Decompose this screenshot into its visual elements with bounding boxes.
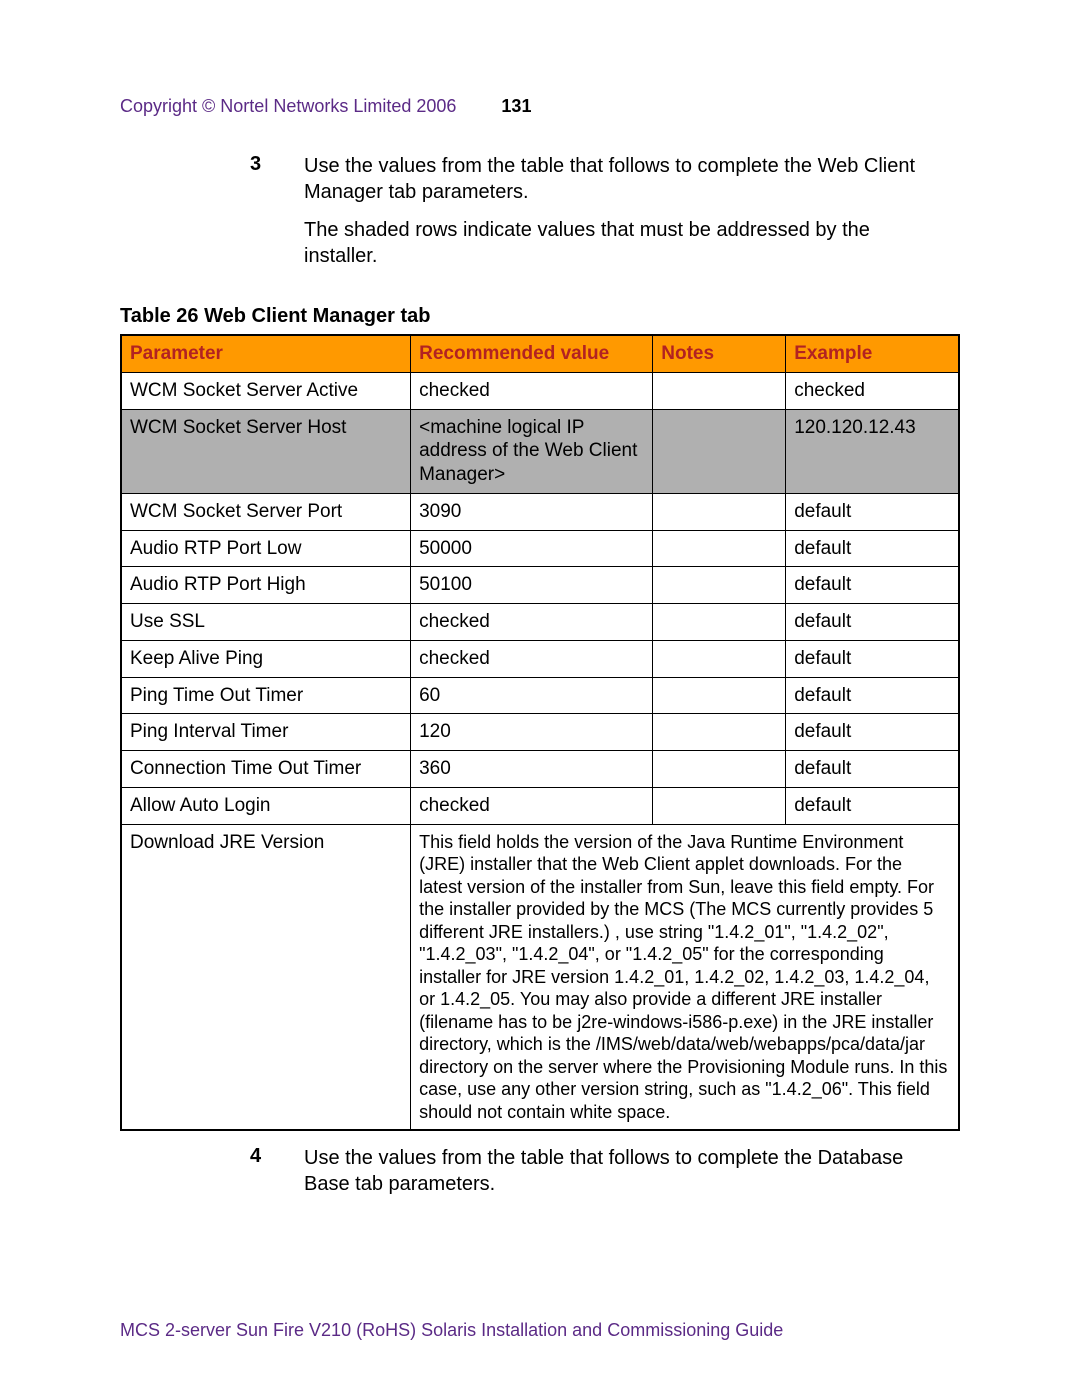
- table-row: Ping Time Out Timer 60 default: [121, 677, 959, 714]
- cell-notes: [653, 787, 786, 824]
- table-header-row: Parameter Recommended value Notes Exampl…: [121, 335, 959, 372]
- cell-recommended: 60: [411, 677, 653, 714]
- cell-parameter: Allow Auto Login: [121, 787, 411, 824]
- cell-example: 120.120.12.43: [786, 409, 959, 493]
- cell-parameter: Use SSL: [121, 604, 411, 641]
- cell-example: default: [786, 640, 959, 677]
- web-client-manager-table: Parameter Recommended value Notes Exampl…: [120, 334, 960, 1131]
- cell-recommended: checked: [411, 640, 653, 677]
- cell-parameter: Ping Interval Timer: [121, 714, 411, 751]
- table-title: Table 26 Web Client Manager tab: [120, 305, 960, 328]
- cell-parameter: Download JRE Version: [121, 824, 411, 1130]
- page: Copyright © Nortel Networks Limited 2006…: [0, 0, 1080, 1397]
- cell-parameter: Audio RTP Port High: [121, 567, 411, 604]
- cell-notes: [653, 604, 786, 641]
- step-3-para-1: Use the values from the table that follo…: [304, 153, 940, 205]
- cell-example: default: [786, 567, 959, 604]
- cell-parameter: Audio RTP Port Low: [121, 530, 411, 567]
- table-row: WCM Socket Server Active checked checked: [121, 372, 959, 409]
- cell-example: default: [786, 493, 959, 530]
- step-number-3: 3: [250, 153, 304, 281]
- cell-example: default: [786, 677, 959, 714]
- col-header-notes: Notes: [653, 335, 786, 372]
- step-4-body: Use the values from the table that follo…: [304, 1145, 940, 1209]
- step-3: 3 Use the values from the table that fol…: [250, 153, 940, 281]
- cell-jre-note: This field holds the version of the Java…: [411, 824, 959, 1130]
- cell-recommended: checked: [411, 372, 653, 409]
- cell-example: default: [786, 604, 959, 641]
- cell-recommended: checked: [411, 604, 653, 641]
- cell-recommended: <machine logical IP address of the Web C…: [411, 409, 653, 493]
- footer-text: MCS 2-server Sun Fire V210 (RoHS) Solari…: [120, 1320, 783, 1341]
- table-row: WCM Socket Server Port 3090 default: [121, 493, 959, 530]
- cell-notes: [653, 714, 786, 751]
- cell-parameter: WCM Socket Server Port: [121, 493, 411, 530]
- cell-example: default: [786, 751, 959, 788]
- cell-parameter: Ping Time Out Timer: [121, 677, 411, 714]
- cell-recommended: 3090: [411, 493, 653, 530]
- cell-notes: [653, 677, 786, 714]
- cell-notes: [653, 640, 786, 677]
- step-3-para-2: The shaded rows indicate values that mus…: [304, 217, 940, 269]
- table-row-shaded: WCM Socket Server Host <machine logical …: [121, 409, 959, 493]
- col-header-recommended: Recommended value: [411, 335, 653, 372]
- cell-parameter: Connection Time Out Timer: [121, 751, 411, 788]
- step-number-4: 4: [250, 1145, 304, 1209]
- cell-notes: [653, 751, 786, 788]
- cell-parameter: Keep Alive Ping: [121, 640, 411, 677]
- table-row: Audio RTP Port Low 50000 default: [121, 530, 959, 567]
- page-header: Copyright © Nortel Networks Limited 2006…: [120, 96, 960, 117]
- cell-example: default: [786, 787, 959, 824]
- copyright-text: Copyright © Nortel Networks Limited 2006: [120, 96, 456, 116]
- step-4-para-1: Use the values from the table that follo…: [304, 1145, 940, 1197]
- step-3-body: Use the values from the table that follo…: [304, 153, 940, 281]
- cell-recommended: 360: [411, 751, 653, 788]
- col-header-example: Example: [786, 335, 959, 372]
- cell-notes: [653, 530, 786, 567]
- cell-recommended: 50100: [411, 567, 653, 604]
- cell-notes: [653, 409, 786, 493]
- table-row: Keep Alive Ping checked default: [121, 640, 959, 677]
- table-row: Use SSL checked default: [121, 604, 959, 641]
- cell-notes: [653, 372, 786, 409]
- cell-recommended: 120: [411, 714, 653, 751]
- table-row: Ping Interval Timer 120 default: [121, 714, 959, 751]
- page-number: 131: [501, 96, 531, 116]
- col-header-parameter: Parameter: [121, 335, 411, 372]
- table-row: Download JRE Version This field holds th…: [121, 824, 959, 1130]
- cell-example: default: [786, 714, 959, 751]
- table-row: Audio RTP Port High 50100 default: [121, 567, 959, 604]
- cell-recommended: 50000: [411, 530, 653, 567]
- table-row: Allow Auto Login checked default: [121, 787, 959, 824]
- cell-notes: [653, 493, 786, 530]
- step-4: 4 Use the values from the table that fol…: [250, 1145, 940, 1209]
- cell-parameter: WCM Socket Server Active: [121, 372, 411, 409]
- cell-recommended: checked: [411, 787, 653, 824]
- cell-example: checked: [786, 372, 959, 409]
- cell-parameter: WCM Socket Server Host: [121, 409, 411, 493]
- cell-notes: [653, 567, 786, 604]
- cell-example: default: [786, 530, 959, 567]
- table-row: Connection Time Out Timer 360 default: [121, 751, 959, 788]
